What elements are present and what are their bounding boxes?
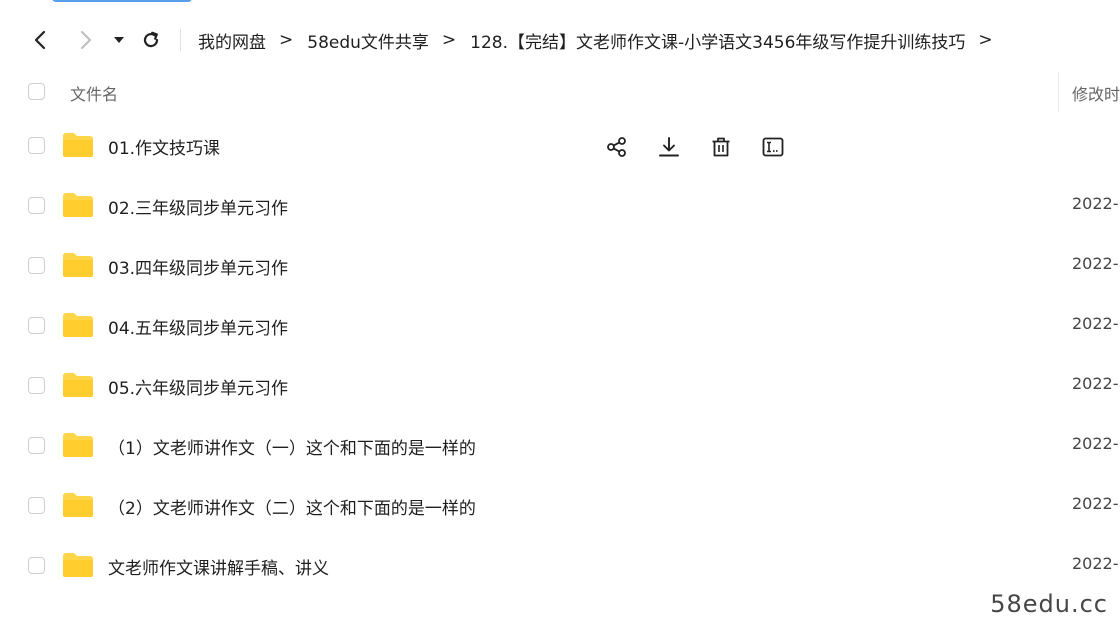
- file-mtime: 2022-: [1072, 374, 1119, 393]
- row-actions: [604, 134, 812, 160]
- file-list-header: 文件名 修改时: [0, 72, 1120, 112]
- file-row[interactable]: 04.五年级同步单元习作 2022-: [0, 296, 1120, 356]
- forward-button[interactable]: [71, 20, 101, 60]
- rename-button[interactable]: [760, 134, 786, 160]
- refresh-button[interactable]: [136, 20, 166, 60]
- file-name[interactable]: 04.五年级同步单元习作: [108, 314, 288, 339]
- row-checkbox[interactable]: [28, 497, 45, 514]
- row-checkbox[interactable]: [28, 437, 45, 454]
- file-mtime: 2022-: [1072, 194, 1119, 213]
- breadcrumb-separator: >: [279, 30, 294, 50]
- file-mtime: 2022-: [1072, 494, 1119, 513]
- nav-divider: [180, 29, 181, 51]
- file-name[interactable]: （2）文老师讲作文（二）这个和下面的是一样的: [108, 494, 476, 519]
- file-name[interactable]: （1）文老师讲作文（一）这个和下面的是一样的: [108, 434, 476, 459]
- folder-icon: [63, 433, 93, 457]
- row-checkbox[interactable]: [28, 137, 45, 154]
- file-name[interactable]: 02.三年级同步单元习作: [108, 194, 288, 219]
- row-checkbox[interactable]: [28, 557, 45, 574]
- column-header-name[interactable]: 文件名: [70, 81, 118, 105]
- delete-button[interactable]: [708, 134, 734, 160]
- file-name[interactable]: 文老师作文课讲解手稿、讲义: [108, 554, 329, 579]
- file-row[interactable]: 05.六年级同步单元习作 2022-: [0, 356, 1120, 416]
- file-name[interactable]: 03.四年级同步单元习作: [108, 254, 288, 279]
- column-header-mtime[interactable]: 修改时: [1072, 81, 1120, 105]
- navigation-bar: 我的网盘 > 58edu文件共享 > 128.【完结】文老师作文课-小学语文34…: [0, 20, 1120, 60]
- folder-icon: [63, 193, 93, 217]
- folder-icon: [63, 553, 93, 577]
- folder-icon: [63, 253, 93, 277]
- trash-icon: [712, 137, 730, 157]
- download-button[interactable]: [656, 134, 682, 160]
- row-checkbox[interactable]: [28, 317, 45, 334]
- folder-icon: [63, 133, 93, 157]
- history-dropdown-button[interactable]: [106, 20, 132, 60]
- refresh-icon: [143, 31, 159, 48]
- share-button[interactable]: [604, 134, 630, 160]
- file-mtime: 2022-: [1072, 434, 1119, 453]
- file-browser-window: 我的网盘 > 58edu文件共享 > 128.【完结】文老师作文课-小学语文34…: [0, 0, 1120, 626]
- file-mtime: 2022-: [1072, 554, 1119, 573]
- folder-icon: [63, 493, 93, 517]
- row-checkbox[interactable]: [28, 377, 45, 394]
- breadcrumb-item-current[interactable]: 128.【完结】文老师作文课-小学语文3456年级写作提升训练技巧: [470, 28, 965, 53]
- watermark: 58edu.cc: [990, 590, 1108, 618]
- folder-icon: [63, 373, 93, 397]
- row-checkbox[interactable]: [28, 197, 45, 214]
- chevron-left-icon: [34, 30, 46, 50]
- file-row[interactable]: 02.三年级同步单元习作 2022-: [0, 176, 1120, 236]
- rename-icon: [762, 137, 784, 157]
- file-name[interactable]: 05.六年级同步单元习作: [108, 374, 288, 399]
- active-tab-indicator[interactable]: [52, 0, 192, 2]
- share-icon: [607, 137, 626, 157]
- file-row[interactable]: 文老师作文课讲解手稿、讲义 2022-: [0, 536, 1120, 596]
- file-row[interactable]: 01.作文技巧课: [0, 116, 1120, 176]
- breadcrumb-separator: >: [441, 30, 457, 50]
- file-row[interactable]: （2）文老师讲作文（二）这个和下面的是一样的 2022-: [0, 476, 1120, 536]
- file-row[interactable]: （1）文老师讲作文（一）这个和下面的是一样的 2022-: [0, 416, 1120, 476]
- folder-icon: [63, 313, 93, 337]
- select-all-checkbox[interactable]: [28, 83, 45, 100]
- row-checkbox[interactable]: [28, 257, 45, 274]
- breadcrumb-item-share[interactable]: 58edu文件共享: [307, 28, 429, 53]
- file-mtime: 2022-: [1072, 254, 1119, 273]
- breadcrumb: 我的网盘 > 58edu文件共享 > 128.【完结】文老师作文课-小学语文34…: [198, 20, 1007, 60]
- file-name[interactable]: 01.作文技巧课: [108, 134, 220, 159]
- back-button[interactable]: [25, 20, 55, 60]
- chevron-right-icon: [81, 31, 91, 49]
- breadcrumb-item-root[interactable]: 我的网盘: [198, 28, 266, 53]
- column-divider[interactable]: [1058, 72, 1059, 112]
- file-mtime: 2022-: [1072, 314, 1119, 333]
- download-icon: [659, 137, 679, 157]
- caret-down-icon: [114, 37, 124, 43]
- breadcrumb-separator[interactable]: >: [978, 30, 992, 50]
- file-row[interactable]: 03.四年级同步单元习作 2022-: [0, 236, 1120, 296]
